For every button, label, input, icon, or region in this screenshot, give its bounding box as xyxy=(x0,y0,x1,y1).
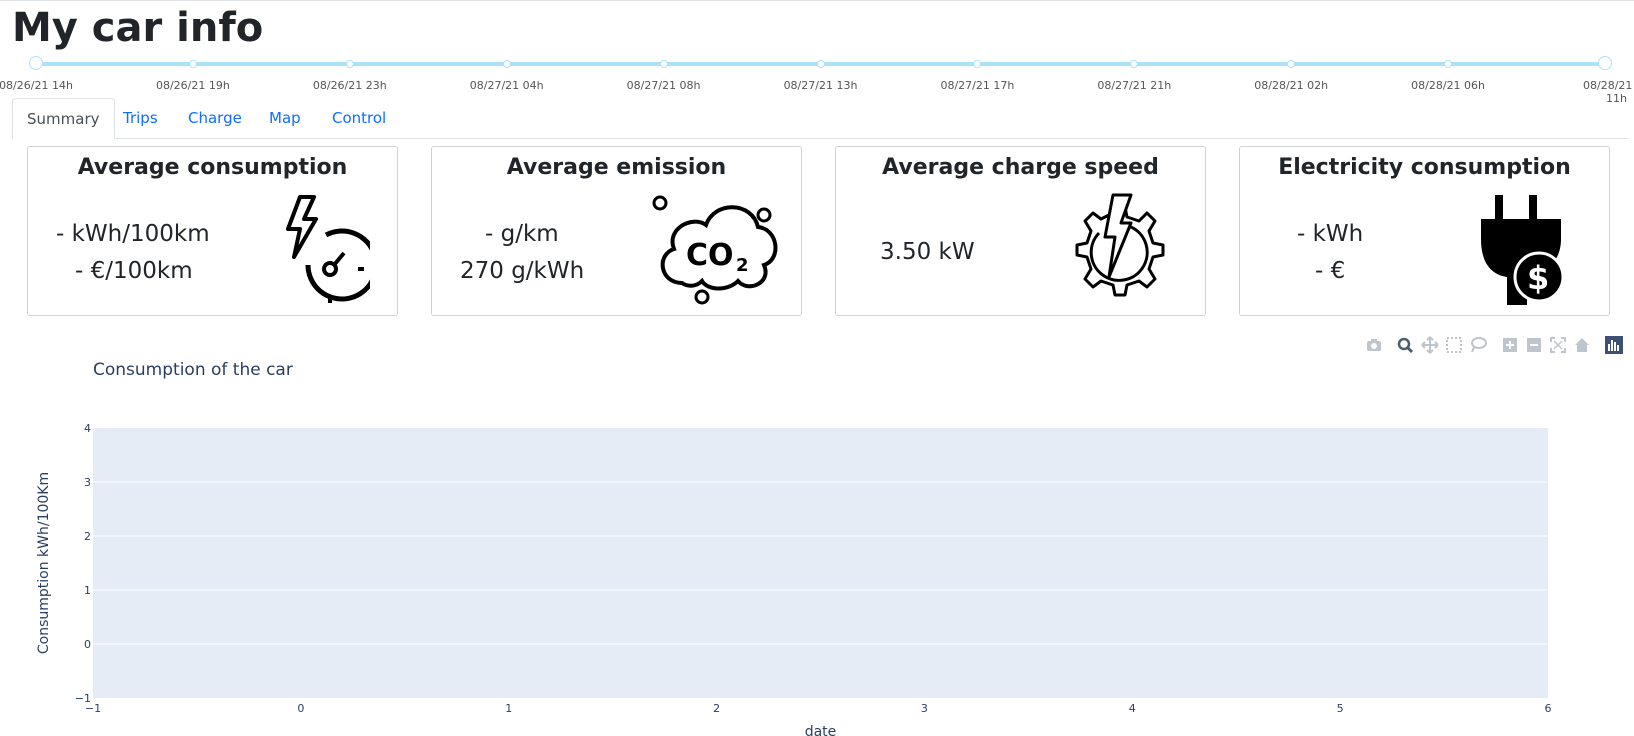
slider-mark[interactable] xyxy=(502,60,511,68)
slider-tick-label: 08/27/21 21h xyxy=(1097,79,1172,92)
card-title: Electricity consumption xyxy=(1278,155,1571,180)
camera-icon[interactable] xyxy=(1365,336,1383,354)
y-tick-label: −1 xyxy=(75,692,91,705)
card-electricity-consumption: Electricity consumption - kWh - € $ xyxy=(1239,146,1610,316)
x-tick-label: 2 xyxy=(713,702,720,715)
y-tick-label: 1 xyxy=(84,584,91,597)
slider-tick-label: 08/28/21 02h xyxy=(1254,79,1329,92)
chart-title: Consumption of the car xyxy=(93,360,293,380)
lightning-gauge-icon xyxy=(286,195,370,303)
card-average-consumption: Average consumption - kWh/100km - €/100k… xyxy=(27,146,398,316)
consumption-kwh-value: - kWh/100km xyxy=(56,221,210,247)
x-tick-label: 1 xyxy=(505,702,512,715)
x-tick-label: 6 xyxy=(1545,702,1552,715)
tab-summary[interactable]: Summary xyxy=(12,98,115,139)
slider-mark[interactable] xyxy=(1287,60,1296,68)
card-title: Average emission xyxy=(506,155,727,180)
card-average-charge-speed: Average charge speed 3.50 kW xyxy=(835,146,1206,316)
slider-tick-label: 08/26/21 14h xyxy=(0,79,73,92)
slider-mark[interactable] xyxy=(973,60,982,68)
plot-area[interactable] xyxy=(93,428,1548,698)
tab-map[interactable]: Map xyxy=(255,98,315,138)
x-tick-label: 4 xyxy=(1129,702,1136,715)
slider-tick-label: 08/26/21 19h xyxy=(155,79,230,92)
zoom-in-icon[interactable] xyxy=(1501,336,1519,354)
slider-tick-label: 08/27/21 13h xyxy=(783,79,858,92)
tab-charge[interactable]: Charge xyxy=(174,98,256,138)
slider-mark[interactable] xyxy=(816,60,825,68)
slider-tick-label: 08/27/21 04h xyxy=(469,79,544,92)
card-title: Average charge speed xyxy=(882,155,1159,180)
plotly-logo-icon[interactable] xyxy=(1605,336,1623,354)
lightning-gear-icon xyxy=(1075,193,1165,297)
svg-text:2: 2 xyxy=(736,255,749,276)
co2-cloud-icon: CO 2 xyxy=(652,195,778,305)
slider-start-handle[interactable] xyxy=(29,56,43,70)
emission-per-km-value: - g/km xyxy=(485,221,559,247)
slider-mark[interactable] xyxy=(1130,60,1139,68)
emission-per-kwh-value: 270 g/kWh xyxy=(460,258,585,284)
slider-mark[interactable] xyxy=(1444,60,1453,68)
y-tick-label: 4 xyxy=(84,422,91,435)
autoscale-icon[interactable] xyxy=(1549,336,1567,354)
zoom-icon[interactable] xyxy=(1396,336,1414,354)
y-tick-label: 3 xyxy=(84,476,91,489)
x-axis-label: date xyxy=(805,724,837,736)
page-title: My car info xyxy=(12,5,264,51)
x-tick-label: 5 xyxy=(1337,702,1344,715)
svg-text:$: $ xyxy=(1527,259,1549,297)
tab-bar: Summary Trips Charge Map Control xyxy=(12,98,1628,139)
slider-tick-label: 08/27/21 17h xyxy=(940,79,1015,92)
top-border xyxy=(0,0,1634,1)
y-axis-label: Consumption kWh/100Km xyxy=(36,472,52,654)
y-tick-label: 0 xyxy=(84,638,91,651)
x-tick-label: 0 xyxy=(297,702,304,715)
charge-speed-value: 3.50 kW xyxy=(880,239,975,265)
slider-mark[interactable] xyxy=(188,60,197,68)
reset-axes-icon[interactable] xyxy=(1573,336,1591,354)
electricity-cost-value: - € xyxy=(1315,258,1346,284)
plug-dollar-icon: $ xyxy=(1481,195,1565,305)
tab-trips[interactable]: Trips xyxy=(109,98,172,138)
slider-tick-label: 08/27/21 08h xyxy=(626,79,701,92)
slider-mark[interactable] xyxy=(659,60,668,68)
box-select-icon[interactable] xyxy=(1445,336,1463,354)
slider-tick-label: 08/26/21 23h xyxy=(312,79,387,92)
pan-icon[interactable] xyxy=(1421,336,1439,354)
consumption-chart[interactable]: −1 0 1 2 3 4 5 6 −101234 date Consumption kWh/1… xyxy=(0,400,1634,736)
x-tick-label: 3 xyxy=(921,702,928,715)
slider-tick-label: 08/28/21 06h xyxy=(1411,79,1486,92)
card-average-emission: Average emission - g/km 270 g/kWh CO 2 xyxy=(431,146,802,316)
svg-text:CO: CO xyxy=(686,238,734,273)
slider-mark[interactable] xyxy=(345,60,354,68)
tab-control[interactable]: Control xyxy=(318,98,400,138)
electricity-kwh-value: - kWh xyxy=(1297,221,1364,247)
lasso-icon[interactable] xyxy=(1469,336,1487,354)
slider-end-handle[interactable] xyxy=(1598,56,1612,70)
consumption-cost-value: - €/100km xyxy=(75,258,193,284)
y-tick-label: 2 xyxy=(84,530,91,543)
zoom-out-icon[interactable] xyxy=(1525,336,1543,354)
date-range-slider[interactable] xyxy=(29,56,1612,70)
card-title: Average consumption xyxy=(77,155,348,180)
